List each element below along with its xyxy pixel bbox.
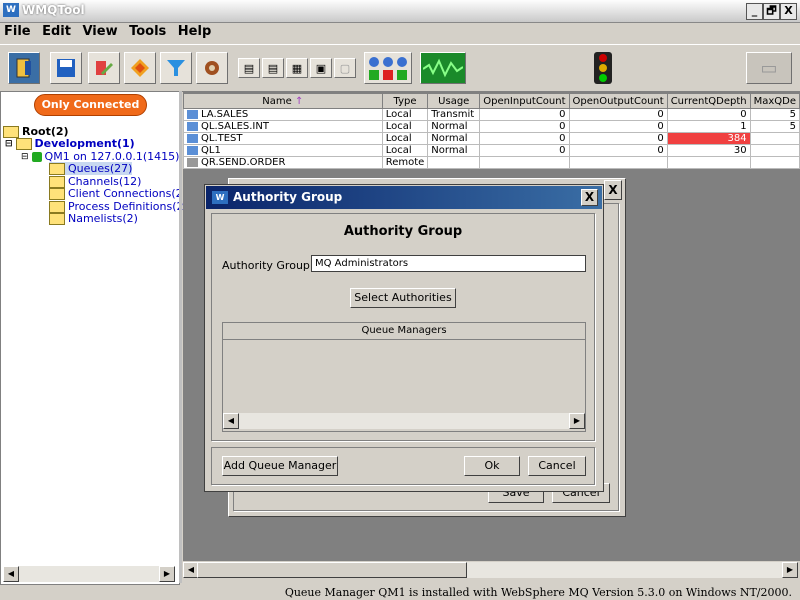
only-connected-button[interactable]: Only Connected	[34, 94, 147, 116]
list-horizontal-scrollbar[interactable]: ◀ ▶	[223, 413, 585, 429]
col-open-input[interactable]: OpenInputCount	[479, 93, 570, 109]
add-queue-manager-button[interactable]: Add Queue Manager	[222, 456, 338, 476]
col-current-depth[interactable]: CurrentQDepth	[666, 93, 751, 109]
menu-bar: File Edit View Tools Help	[0, 22, 800, 42]
tree-queues[interactable]: Queues(27)	[49, 162, 133, 175]
view-icon-1[interactable]: ▤	[238, 58, 260, 78]
menu-file[interactable]: File	[0, 22, 35, 41]
dialog-close-button[interactable]: X	[581, 189, 598, 206]
authority-group-panel: Authority Group Authority Group: MQ Admi…	[211, 213, 595, 441]
filter-icon[interactable]	[160, 52, 192, 84]
tree-namelists[interactable]: Namelists(2)	[49, 212, 138, 225]
refresh-icon[interactable]	[124, 52, 156, 84]
authority-group-input[interactable]: MQ Administrators	[311, 255, 586, 272]
table-row[interactable]: QL1 Local Normal 00 30	[183, 144, 800, 157]
traffic-light-icon	[594, 52, 612, 84]
col-usage[interactable]: Usage	[427, 93, 481, 109]
folder-icon	[49, 200, 65, 213]
status-lights-icon[interactable]	[364, 52, 412, 84]
table-row[interactable]: QR.SEND.ORDER Remote	[183, 156, 800, 169]
toolbar: ▤ ▤ ▦ ▣ ▢ ▭	[0, 44, 800, 92]
folder-icon	[15, 137, 32, 150]
title-bar: W WMQTool _ 🗗 X	[0, 0, 800, 23]
minimize-button[interactable]: _	[746, 3, 763, 20]
table-row[interactable]: QL.TEST Local Normal 00 384	[183, 132, 800, 145]
restore-button[interactable]: 🗗	[763, 3, 780, 20]
menu-help[interactable]: Help	[174, 22, 215, 41]
menu-view[interactable]: View	[78, 22, 121, 41]
splitter[interactable]	[179, 91, 182, 583]
app-logo-icon: W	[3, 3, 19, 17]
col-type[interactable]: Type	[381, 93, 429, 109]
queue-icon	[187, 133, 198, 143]
cancel-button[interactable]: Cancel	[528, 456, 586, 476]
table-horizontal-scrollbar[interactable]: ◀ ▶	[183, 562, 798, 578]
depth-alert-cell: 384	[666, 132, 751, 145]
queue-icon	[187, 145, 198, 155]
disabled-panel-icon: ▭	[746, 52, 792, 84]
view-icon-4[interactable]: ▣	[310, 58, 332, 78]
status-bar: Queue Manager QM1 is installed with WebS…	[0, 584, 800, 600]
queue-table: Name ↑ Type Usage OpenInputCount OpenOut…	[183, 93, 800, 169]
queue-icon	[187, 109, 198, 119]
close-window-button[interactable]: X	[780, 3, 797, 20]
tree-panel: Only Connected Root(2) ⊟ Development(1) ⊟…	[0, 91, 188, 585]
settings-icon[interactable]	[196, 52, 228, 84]
bg-dialog-close-button[interactable]: X	[604, 180, 622, 200]
menu-tools[interactable]: Tools	[125, 22, 170, 41]
view-icon-5[interactable]: ▢	[334, 58, 356, 78]
dialog-button-panel: Add Queue Manager Ok Cancel	[211, 447, 595, 485]
tree-client-connections[interactable]: Client Connections(2)	[49, 187, 187, 200]
queue-icon	[187, 121, 198, 131]
queue-managers-list[interactable]: Queue Managers ◀ ▶	[222, 322, 586, 432]
folder-icon	[3, 125, 19, 138]
queue-manager-icon	[31, 151, 42, 162]
save-icon[interactable]	[50, 52, 82, 84]
folder-icon	[49, 175, 65, 188]
ok-button[interactable]: Ok	[464, 456, 520, 476]
select-authorities-button[interactable]: Select Authorities	[350, 288, 456, 308]
table-row[interactable]: LA.SALES Local Transmit 00 05	[183, 108, 800, 121]
queue-managers-header: Queue Managers	[223, 323, 585, 340]
dialog-title: Authority Group	[233, 190, 343, 204]
exit-icon[interactable]	[8, 52, 40, 84]
folder-icon	[49, 162, 65, 175]
window-title: WMQTool	[22, 3, 85, 17]
monitor-icon[interactable]	[420, 52, 466, 84]
status-text: Queue Manager QM1 is installed with WebS…	[284, 586, 792, 599]
view-icon-3[interactable]: ▦	[286, 58, 308, 78]
authority-group-dialog: W Authority Group X Authority Group Auth…	[204, 184, 604, 492]
folder-icon	[49, 212, 65, 225]
col-open-output[interactable]: OpenOutputCount	[568, 93, 668, 109]
authority-group-label: Authority Group:	[222, 259, 314, 272]
table-row[interactable]: QL.SALES.INT Local Normal 00 15	[183, 120, 800, 133]
wizard-icon[interactable]	[88, 52, 120, 84]
folder-icon	[49, 187, 65, 200]
view-icon-2[interactable]: ▤	[262, 58, 284, 78]
menu-edit[interactable]: Edit	[38, 22, 75, 41]
dialog-title-bar: W Authority Group X	[206, 186, 602, 209]
tree-development[interactable]: ⊟ Development(1)	[5, 137, 135, 150]
tree-horizontal-scrollbar[interactable]: ◀ ▶	[3, 566, 175, 582]
col-max-depth[interactable]: MaxQDe	[749, 93, 800, 109]
app-logo-icon: W	[212, 191, 228, 204]
dialog-heading: Authority Group	[343, 224, 463, 239]
remote-queue-icon	[187, 157, 198, 167]
col-name[interactable]: Name ↑	[183, 93, 383, 109]
